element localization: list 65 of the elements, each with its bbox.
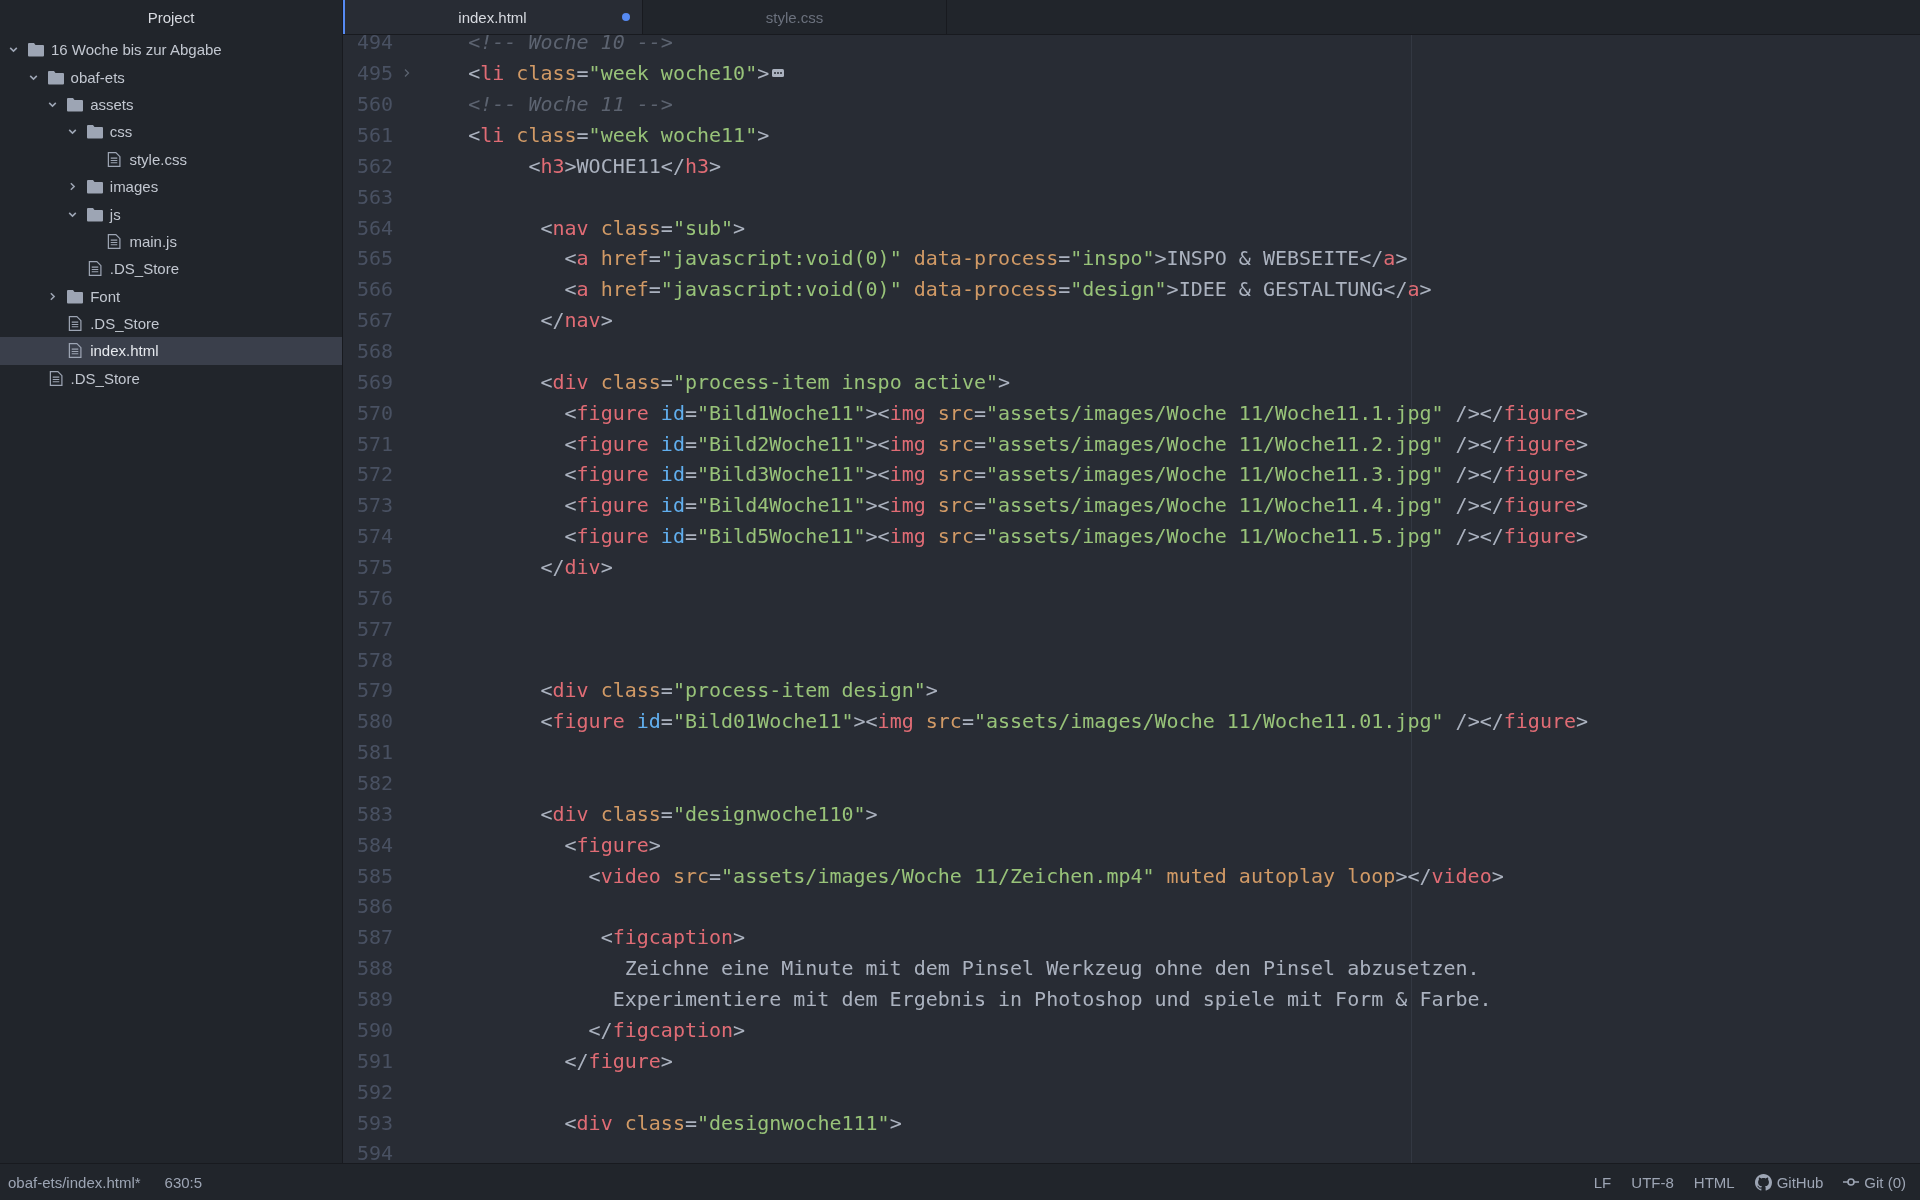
code-line: <figure id="Bild1Woche11"><img src="assets/images/Woche 11/Woche11.1.jpg" /></figure>	[564, 400, 1589, 425]
panel-title: Project	[146, 7, 196, 28]
code-line: <h3>WOCHE11</h3>	[528, 153, 722, 178]
code-line: <figcaption>	[600, 925, 746, 950]
code-line: Zeichne eine Minute mit dem Pinsel Werkzeug ohne den Pinsel abzusetzen.	[624, 956, 1480, 981]
code-line: <a href="javascript:void(0)" data-process="inspo">INSPO & WEBSEITE</a>	[564, 246, 1408, 271]
commit-icon[interactable]	[1843, 1177, 1860, 1187]
status-item[interactable]: Git (0)	[1864, 1173, 1906, 1191]
tree-item[interactable]: assets	[0, 90, 342, 119]
code-line: <li class="week woche10">	[468, 61, 770, 86]
file-icon	[106, 151, 123, 167]
code-line: <figure>	[564, 832, 661, 857]
status-item[interactable]: GitHub	[1776, 1173, 1824, 1191]
code-line: </nav>	[540, 308, 613, 333]
code-line: <div class="process-item design">	[540, 678, 938, 703]
code-line: <figure id="Bild2Woche11"><img src="assets/images/Woche 11/Woche11.2.jpg" /></figure>	[564, 431, 1589, 456]
tree-item[interactable]: Font	[0, 282, 342, 310]
code-line: <figure id="Bild5Woche11"><img src="assets/images/Woche 11/Woche11.5.jpg" /></figure>	[564, 524, 1589, 549]
folder-icon	[86, 179, 103, 195]
code-line: Experimentiere mit dem Ergebnis in Photoshop und spiele mit Form & Farbe.	[612, 987, 1492, 1012]
file-icon	[86, 261, 103, 277]
tree-item[interactable]: .DS_Store	[0, 364, 342, 393]
file-path[interactable]: obaf-ets/index.html*	[8, 1173, 141, 1191]
folder-icon	[47, 69, 64, 85]
code-line: <a href="javascript:void(0)" data-process="design">IDEE & GESTALTUNG</a>	[564, 277, 1432, 302]
tree-item[interactable]: style.css	[0, 145, 342, 173]
status-item[interactable]: UTF-8	[1631, 1173, 1674, 1191]
tree-item[interactable]: obaf-ets	[0, 63, 342, 91]
code-line: <figure id="Bild3Woche11"><img src="assets/images/Woche 11/Woche11.3.jpg" /></figure>	[564, 462, 1589, 487]
code-line: <nav class="sub">	[540, 215, 746, 240]
file-icon	[67, 343, 84, 359]
code-line: <li class="week woche11">	[468, 123, 770, 147]
file-icon	[67, 316, 84, 332]
file-icon	[47, 370, 64, 386]
status-item[interactable]: LF	[1593, 1173, 1612, 1191]
code-line: </figcaption>	[588, 1017, 746, 1042]
code-line: <!-- Woche 11 -->	[468, 92, 673, 117]
status-item[interactable]: HTML	[1693, 1173, 1735, 1191]
code-line: </div>	[540, 555, 613, 580]
code-line: <div class="designwoche111">	[564, 1110, 902, 1135]
tree-item[interactable]: .DS_Store	[0, 309, 342, 338]
tree-item[interactable]: index.html	[0, 337, 342, 365]
code-line: <video src="assets/images/Woche 11/Zeichen.mp4" muted autoplay loop></video>	[588, 863, 1504, 888]
code-line: <figure id="Bild01Woche11"><img src="assets/images/Woche 11/Woche11.01.jpg" /></figure>	[540, 709, 1589, 734]
editor-tab[interactable]: index.html	[343, 0, 643, 34]
folder-icon	[86, 206, 103, 222]
tree-item[interactable]: .DS_Store	[0, 255, 342, 283]
file-icon	[106, 233, 123, 249]
tree-item[interactable]: main.js	[0, 227, 342, 256]
folder-icon	[28, 42, 44, 58]
ellipsis-icon[interactable]	[772, 69, 785, 78]
code-line: </figure>	[564, 1048, 673, 1073]
code-line: <div class="process-item inspo active">	[540, 369, 1011, 394]
code-line: <figure id="Bild4Woche11"><img src="assets/images/Woche 11/Woche11.4.jpg" /></figure>	[564, 493, 1589, 518]
code-line: <!-- Woche 10 -->	[468, 35, 673, 55]
folder-icon	[86, 124, 103, 140]
folder-icon	[67, 96, 84, 112]
cursor-position[interactable]: 630:5	[164, 1173, 203, 1191]
folder-icon	[67, 288, 84, 304]
tree-item[interactable]: js	[0, 200, 342, 228]
tree-item[interactable]: images	[0, 172, 342, 201]
code-line: <div class="designwoche110">	[540, 801, 878, 826]
tree-item[interactable]: 16 Woche bis zur Abgabe	[0, 36, 342, 64]
github-icon[interactable]	[1754, 1173, 1772, 1191]
tree-item[interactable]: css	[0, 118, 342, 146]
